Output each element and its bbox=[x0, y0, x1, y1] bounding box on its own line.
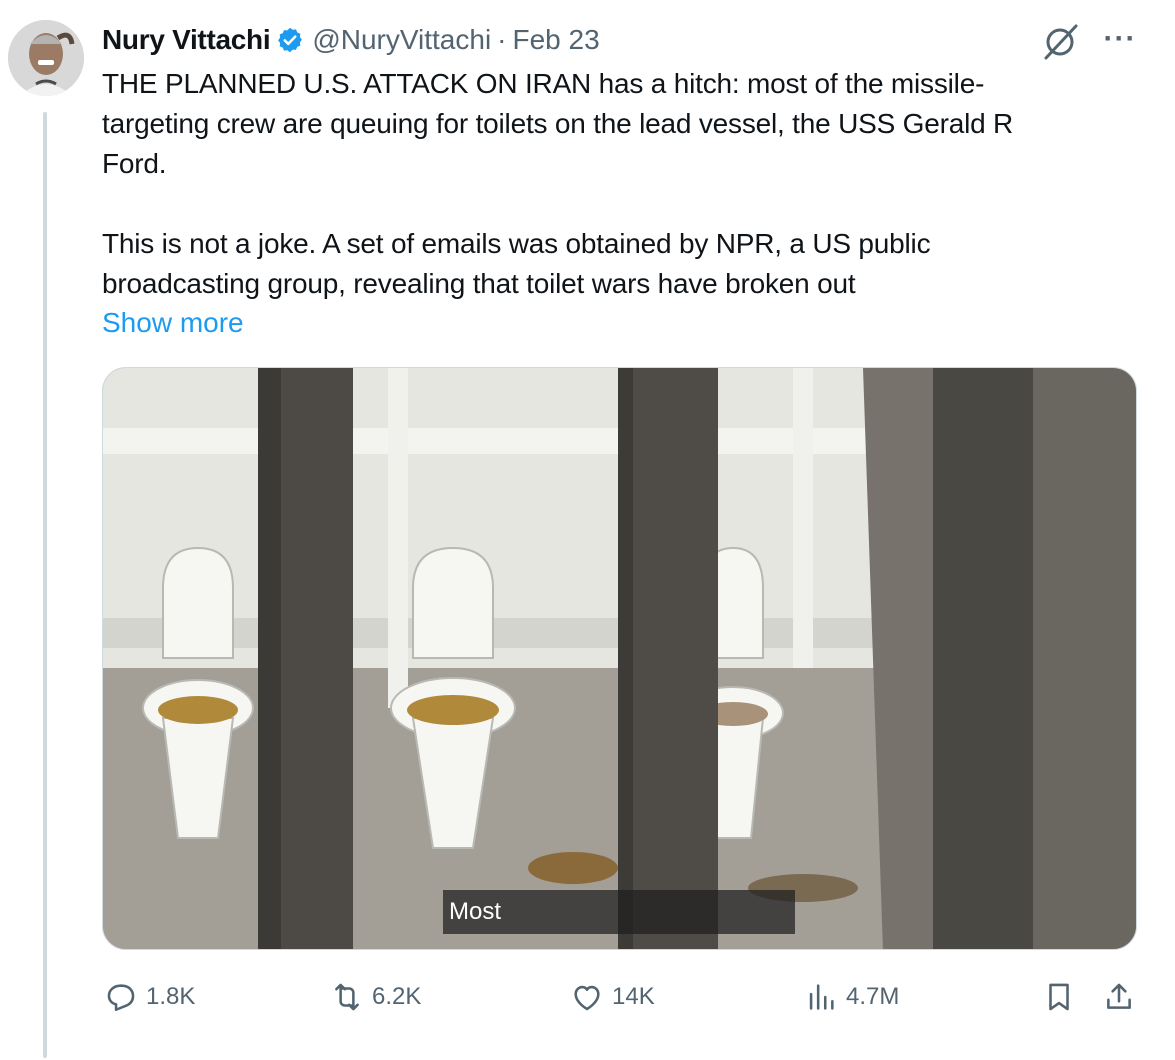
reply-button[interactable]: 1.8K bbox=[104, 975, 195, 1019]
like-count: 14K bbox=[612, 983, 655, 1010]
media-caption: Most bbox=[443, 890, 795, 934]
avatar[interactable] bbox=[8, 20, 84, 96]
like-button[interactable]: 14K bbox=[570, 975, 655, 1019]
bookmark-button[interactable] bbox=[1042, 975, 1084, 1019]
views-button[interactable]: 4.7M bbox=[804, 975, 899, 1019]
action-bar: 1.8K 6.2K 14K 4.7M bbox=[102, 975, 1142, 1019]
more-icon[interactable]: ··· bbox=[1100, 24, 1140, 60]
retweet-icon bbox=[335, 983, 359, 1011]
views-count: 4.7M bbox=[846, 983, 900, 1010]
verified-badge-icon bbox=[276, 26, 304, 54]
reply-icon bbox=[107, 984, 135, 1012]
thread-line bbox=[43, 112, 47, 1058]
tweet-text: THE PLANNED U.S. ATTACK ON IRAN has a hi… bbox=[102, 68, 1014, 299]
retweet-button[interactable]: 6.2K bbox=[330, 975, 421, 1019]
separator: · bbox=[497, 24, 507, 55]
show-more-link[interactable]: Show more bbox=[102, 303, 244, 343]
share-icon bbox=[1107, 983, 1131, 1009]
share-button[interactable] bbox=[1102, 975, 1144, 1019]
post-date[interactable]: Feb 23 bbox=[513, 24, 600, 56]
author-name[interactable]: Nury Vittachi bbox=[102, 24, 271, 56]
media-image[interactable] bbox=[102, 367, 1137, 950]
grok-icon[interactable] bbox=[1040, 22, 1084, 62]
author-handle[interactable]: @NuryVittachi bbox=[312, 24, 491, 56]
views-icon bbox=[809, 984, 834, 1010]
reply-count: 1.8K bbox=[146, 983, 196, 1010]
retweet-count: 6.2K bbox=[372, 983, 422, 1010]
tweet-header: Nury Vittachi @NuryVittachi · Feb 23 bbox=[102, 20, 600, 60]
toilets-photo bbox=[103, 368, 1136, 949]
heart-icon bbox=[574, 985, 600, 1011]
bookmark-icon bbox=[1049, 983, 1069, 1011]
